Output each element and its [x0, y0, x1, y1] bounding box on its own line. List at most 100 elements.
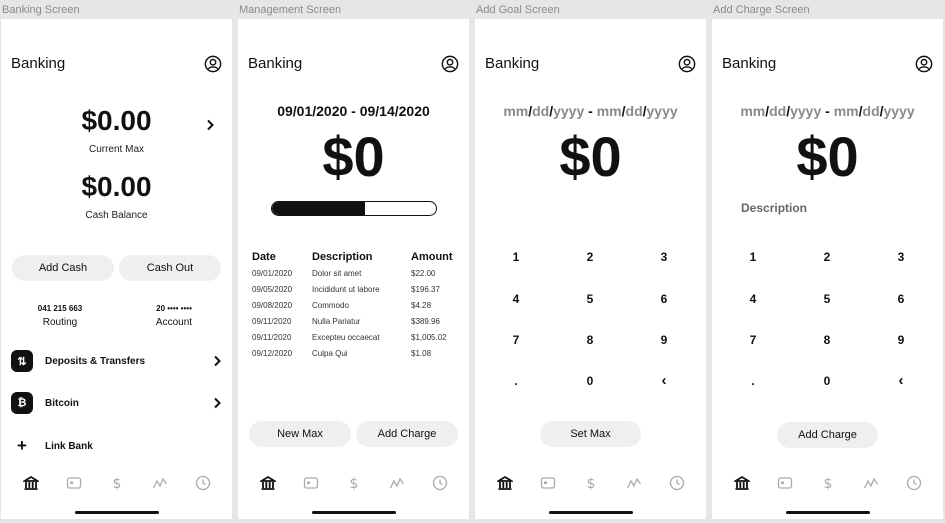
activity-icon[interactable]: [863, 475, 879, 491]
date-range-input[interactable]: mm/dd/yyyy - mm/dd/yyyy: [475, 103, 706, 119]
card-icon[interactable]: [303, 475, 319, 491]
backspace-icon[interactable]: ‹: [644, 372, 684, 389]
description-input[interactable]: Description: [741, 201, 807, 215]
activity-icon[interactable]: [152, 475, 168, 491]
list-item-link-bank[interactable]: + Link Bank: [11, 435, 222, 459]
activity-icon[interactable]: [389, 475, 405, 491]
home-indicator: [785, 511, 870, 514]
cash-balance-label: Cash Balance: [85, 210, 148, 221]
list-item-bitcoin[interactable]: ₿ Bitcoin: [11, 392, 222, 416]
tab-bar: $: [1, 475, 232, 495]
cell-date: 09/12/2020: [252, 349, 293, 358]
profile-icon[interactable]: [915, 55, 933, 73]
profile-icon[interactable]: [204, 55, 222, 73]
keypad-key-4[interactable]: 4: [733, 292, 773, 306]
keypad-key-decimal[interactable]: .: [496, 374, 536, 388]
cell-description: Nulla Pariatur: [312, 317, 361, 326]
progress-bar: [271, 201, 437, 216]
header: Banking: [11, 55, 222, 75]
goal-amount: $0: [559, 125, 622, 188]
keypad-key-3[interactable]: 3: [644, 250, 684, 264]
dollar-icon[interactable]: $: [583, 475, 599, 491]
profile-icon[interactable]: [441, 55, 459, 73]
frame-label-add-goal: Add Goal Screen: [476, 4, 560, 16]
app-title: Banking: [248, 55, 303, 72]
home-indicator: [311, 511, 396, 514]
dollar-icon[interactable]: $: [346, 475, 362, 491]
keypad-key-2[interactable]: 2: [807, 250, 847, 264]
new-max-button[interactable]: New Max: [249, 421, 351, 447]
card-icon[interactable]: [777, 475, 793, 491]
add-charge-button[interactable]: Add Charge: [777, 422, 878, 448]
plus-icon: +: [17, 436, 27, 455]
keypad-key-6[interactable]: 6: [644, 292, 684, 306]
routing-label: Routing: [42, 317, 78, 328]
date-range-input[interactable]: mm/dd/yyyy - mm/dd/yyyy: [712, 103, 943, 119]
home-icon[interactable]: [734, 475, 750, 491]
cell-description: Incididunt ut labore: [312, 285, 380, 294]
cell-amount: $389.96: [411, 317, 440, 326]
keypad-key-5[interactable]: 5: [570, 292, 610, 306]
clock-icon[interactable]: [906, 475, 922, 491]
keypad-key-7[interactable]: 7: [496, 333, 536, 347]
keypad-key-7[interactable]: 7: [733, 333, 773, 347]
keypad-key-decimal[interactable]: .: [733, 374, 773, 388]
account-label: Account: [155, 317, 193, 328]
charge-amount: $0: [796, 125, 859, 188]
home-icon[interactable]: [23, 475, 39, 491]
cell-date: 09/08/2020: [252, 301, 293, 310]
frame-label-management: Management Screen: [239, 4, 342, 16]
dollar-icon[interactable]: $: [109, 475, 125, 491]
bitcoin-icon: ₿: [11, 392, 33, 414]
app-title: Banking: [11, 55, 66, 72]
keypad-key-6[interactable]: 6: [881, 292, 921, 306]
keypad-key-1[interactable]: 1: [733, 250, 773, 264]
home-icon[interactable]: [260, 475, 276, 491]
account-number: 20 •••• ••••: [156, 304, 192, 313]
cash-out-button[interactable]: Cash Out: [119, 255, 221, 281]
backspace-icon[interactable]: ‹: [881, 372, 921, 389]
keypad-key-4[interactable]: 4: [496, 292, 536, 306]
keypad-key-9[interactable]: 9: [881, 333, 921, 347]
app-title: Banking: [722, 55, 777, 72]
keypad-key-0[interactable]: 0: [807, 374, 847, 388]
keypad-key-3[interactable]: 3: [881, 250, 921, 264]
frame-label-banking: Banking Screen: [2, 4, 80, 16]
keypad-key-2[interactable]: 2: [570, 250, 610, 264]
current-max-label: Current Max: [88, 144, 144, 155]
keypad-key-8[interactable]: 8: [570, 333, 610, 347]
add-cash-button[interactable]: Add Cash: [12, 255, 114, 281]
home-icon[interactable]: [497, 475, 513, 491]
cell-date: 09/11/2020: [252, 317, 292, 326]
chevron-right-icon: [214, 397, 221, 409]
clock-icon[interactable]: [195, 475, 211, 491]
period-amount: $0: [322, 125, 385, 188]
activity-icon[interactable]: [626, 475, 642, 491]
cell-amount: $196.37: [411, 285, 440, 294]
cell-amount: $22.00: [411, 269, 436, 278]
cell-description: Excepteu occaecat: [312, 333, 380, 342]
keypad-key-5[interactable]: 5: [807, 292, 847, 306]
clock-icon[interactable]: [432, 475, 448, 491]
list-item-label: Bitcoin: [45, 398, 79, 409]
svg-text:$: $: [824, 476, 833, 491]
add-goal-screen: Banking mm/dd/yyyy - mm/dd/yyyy $0 1 2 3…: [475, 19, 706, 519]
cell-date: 09/11/2020: [252, 333, 292, 342]
chevron-right-icon[interactable]: [205, 119, 215, 131]
list-item-deposits-transfers[interactable]: ⇅ Deposits & Transfers: [11, 350, 222, 374]
profile-icon[interactable]: [678, 55, 696, 73]
cell-description: Commodo: [312, 301, 349, 310]
column-header-amount: Amount: [411, 251, 453, 263]
clock-icon[interactable]: [669, 475, 685, 491]
keypad-key-8[interactable]: 8: [807, 333, 847, 347]
keypad-key-0[interactable]: 0: [570, 374, 610, 388]
card-icon[interactable]: [540, 475, 556, 491]
add-charge-button[interactable]: Add Charge: [356, 421, 458, 447]
dollar-icon[interactable]: $: [820, 475, 836, 491]
keypad-key-9[interactable]: 9: [644, 333, 684, 347]
set-max-button[interactable]: Set Max: [540, 421, 641, 447]
app-title: Banking: [485, 55, 540, 72]
header: Banking: [485, 55, 696, 75]
keypad-key-1[interactable]: 1: [496, 250, 536, 264]
card-icon[interactable]: [66, 475, 82, 491]
